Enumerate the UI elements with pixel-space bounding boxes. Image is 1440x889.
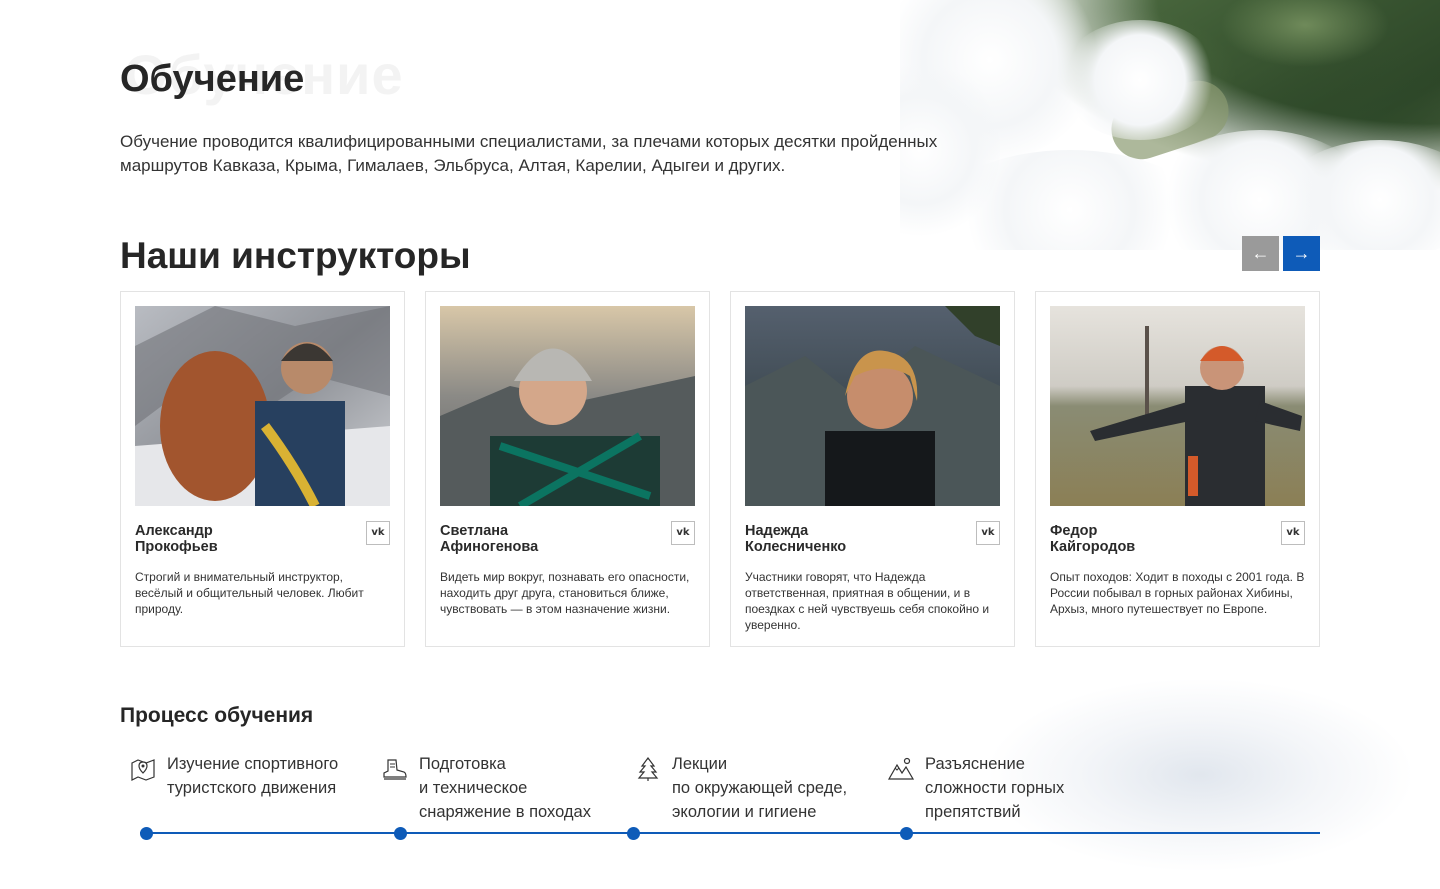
instructor-card: Федор Кайгородов vk Опыт походов: Ходит … [1035, 291, 1320, 647]
vk-icon[interactable]: vk [976, 521, 1000, 545]
instructor-description: Участники говорят, что Надежда ответстве… [745, 570, 990, 632]
instructors-title: Наши инструкторы [120, 235, 471, 276]
process-timeline [140, 832, 1320, 834]
vk-icon[interactable]: vk [671, 521, 695, 545]
instructor-name: Светлана Афиногенова [440, 523, 539, 555]
instructor-photo [135, 306, 390, 506]
vk-icon[interactable]: vk [366, 521, 390, 545]
map-pin-icon [131, 759, 155, 781]
pine-tree-icon [637, 757, 659, 781]
process-step-text: Подготовка и техническое снаряжение в по… [419, 755, 591, 821]
education-intro: Обучение проводится квалифицированными с… [120, 132, 938, 175]
process-step-text: Разъяснение сложности горных препятствий [925, 755, 1065, 821]
timeline-dot [140, 827, 153, 840]
instructors-carousel: Александр Прокофьев vk Строгий и внимате… [120, 291, 1320, 647]
timeline-dot [394, 827, 407, 840]
carousel-prev-button[interactable]: ← [1242, 236, 1279, 271]
instructor-photo [1050, 306, 1305, 506]
process-step-text: Лекции по окружающей среде, экологии и г… [672, 755, 848, 821]
carousel-next-button[interactable]: → [1283, 236, 1320, 271]
instructor-card: Надежда Колесниченко vk Участники говоря… [730, 291, 1015, 647]
instructor-card: Александр Прокофьев vk Строгий и внимате… [120, 291, 405, 647]
instructor-description: Видеть мир вокруг, познавать его опаснос… [440, 570, 690, 616]
mountain-clouds-image [900, 0, 1440, 250]
hiking-boot-icon [383, 759, 407, 780]
process-title: Процесс обучения [120, 704, 314, 727]
instructor-name: Александр Прокофьев [135, 523, 218, 555]
timeline-dot [627, 827, 640, 840]
education-title: Обучение [120, 58, 305, 100]
instructor-description: Строгий и внимательный инструктор, весёл… [135, 570, 364, 616]
mountains-icon [888, 757, 914, 780]
instructor-description: Опыт походов: Ходит в походы с 2001 года… [1050, 570, 1305, 616]
instructor-photo [440, 306, 695, 506]
timeline-dot [900, 827, 913, 840]
instructor-name: Федор Кайгородов [1050, 523, 1136, 555]
instructor-name: Надежда Колесниченко [745, 523, 847, 555]
instructor-card: Светлана Афиногенова vk Видеть мир вокру… [425, 291, 710, 647]
instructor-photo [745, 306, 1000, 506]
vk-icon[interactable]: vk [1281, 521, 1305, 545]
process-step-text: Изучение спортивного туристского движени… [167, 755, 339, 797]
